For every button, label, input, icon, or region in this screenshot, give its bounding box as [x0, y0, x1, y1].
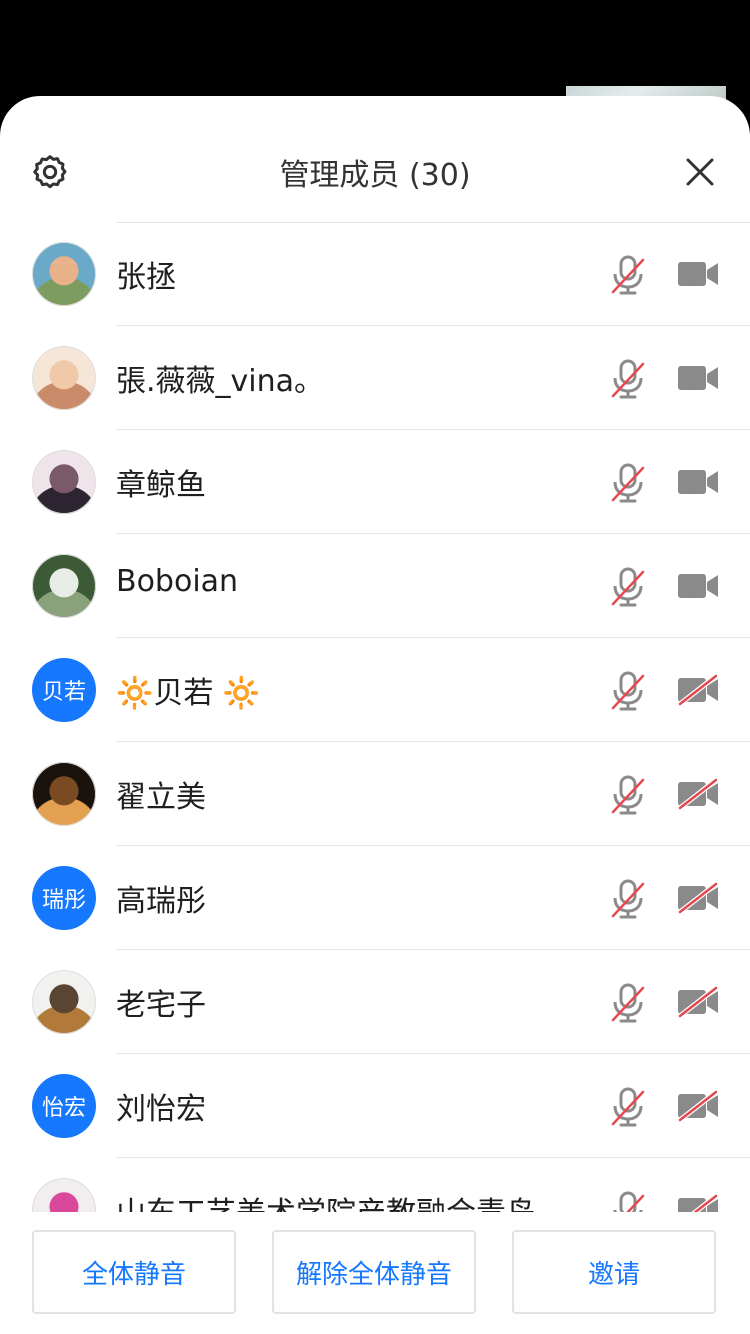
member-row[interactable]: 山东工艺美术学院产教融合青岛	[0, 1158, 750, 1212]
member-name: Boboian	[116, 564, 239, 599]
avatar[interactable]	[32, 242, 96, 306]
invite-button[interactable]: 邀请	[512, 1230, 716, 1314]
member-name: 章鲸鱼	[116, 468, 206, 503]
camera-off-icon[interactable]	[676, 985, 720, 1019]
camera-off-icon[interactable]	[676, 673, 720, 707]
camera-icon[interactable]	[676, 466, 720, 498]
unmute-all-button[interactable]: 解除全体静音	[272, 1230, 476, 1314]
page-title: 管理成员 (30)	[279, 158, 471, 193]
mic-muted-icon[interactable]	[608, 670, 648, 712]
avatar[interactable]: 怡宏	[32, 1074, 96, 1138]
member-name: 翟立美	[116, 780, 206, 815]
member-row[interactable]: 老宅子	[0, 950, 750, 1054]
avatar[interactable]	[32, 450, 96, 514]
member-management-sheet: 管理成员 (30) 张拯張.薇薇_vina。 章鲸鱼 Boboian 贝若 🔆贝若 🔆 翟…	[0, 96, 750, 1334]
member-row[interactable]: 翟立美	[0, 742, 750, 846]
camera-off-icon[interactable]	[676, 1193, 720, 1212]
member-name: 老宅子	[116, 988, 206, 1023]
member-row[interactable]: 章鲸鱼	[0, 430, 750, 534]
member-row[interactable]: 怡宏 刘怡宏	[0, 1054, 750, 1158]
avatar[interactable]	[32, 762, 96, 826]
sheet-header: 管理成员 (30)	[0, 96, 750, 224]
mic-muted-icon[interactable]	[608, 878, 648, 920]
member-name: 张拯	[116, 260, 176, 295]
camera-off-icon[interactable]	[676, 777, 720, 811]
avatar[interactable]: 贝若	[32, 658, 96, 722]
camera-icon[interactable]	[676, 258, 720, 290]
camera-icon[interactable]	[676, 362, 720, 394]
action-bar: 全体静音 解除全体静音 邀请	[0, 1212, 750, 1334]
member-name: 張.薇薇_vina。	[116, 364, 325, 399]
member-row[interactable]: 贝若 🔆贝若 🔆	[0, 638, 750, 742]
camera-off-icon[interactable]	[676, 881, 720, 915]
mic-muted-icon[interactable]	[608, 462, 648, 504]
mic-muted-icon[interactable]	[608, 774, 648, 816]
mute-all-button[interactable]: 全体静音	[32, 1230, 236, 1314]
camera-off-icon[interactable]	[676, 1089, 720, 1123]
avatar[interactable]	[32, 970, 96, 1034]
avatar[interactable]: 瑞彤	[32, 866, 96, 930]
mic-muted-icon[interactable]	[608, 1086, 648, 1128]
member-row[interactable]: 瑞彤 高瑞彤	[0, 846, 750, 950]
member-row[interactable]: 张拯	[0, 222, 750, 326]
mic-muted-icon[interactable]	[608, 358, 648, 400]
mic-muted-icon[interactable]	[608, 566, 648, 608]
avatar[interactable]	[32, 346, 96, 410]
mic-muted-icon[interactable]	[608, 982, 648, 1024]
member-name: 🔆贝若 🔆	[116, 676, 261, 711]
member-name: 山东工艺美术学院产教融合青岛	[116, 1188, 536, 1212]
mic-muted-icon[interactable]	[608, 254, 648, 296]
close-button[interactable]	[682, 154, 718, 190]
member-name: 刘怡宏	[116, 1092, 206, 1127]
member-row[interactable]: Boboian	[0, 534, 750, 638]
avatar[interactable]	[32, 554, 96, 618]
member-list[interactable]: 张拯張.薇薇_vina。 章鲸鱼 Boboian 贝若 🔆贝若 🔆 翟立美瑞彤 高瑞彤老宅子…	[0, 222, 750, 1212]
mic-muted-icon[interactable]	[608, 1190, 648, 1212]
member-name: 高瑞彤	[116, 884, 206, 919]
camera-icon[interactable]	[676, 570, 720, 602]
member-row[interactable]: 張.薇薇_vina。	[0, 326, 750, 430]
avatar[interactable]	[32, 1178, 96, 1212]
close-icon	[686, 158, 714, 186]
